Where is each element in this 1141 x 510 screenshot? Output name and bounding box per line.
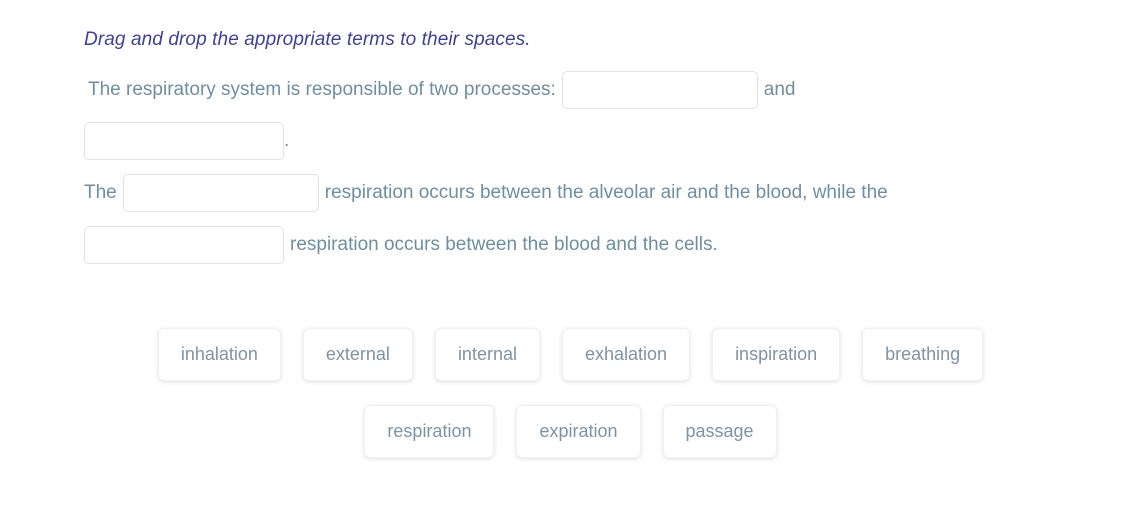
sentence-2-suffix: . <box>284 130 290 151</box>
term-row-1: inhalation external internal exhalation … <box>0 328 1141 381</box>
term-chip[interactable]: inspiration <box>712 328 841 381</box>
term-chip[interactable]: exhalation <box>561 328 691 381</box>
blank-input-3[interactable] <box>122 174 319 212</box>
sentence-line-2: . <box>84 115 289 167</box>
term-chip-label: passage <box>685 421 754 441</box>
term-chip-label: internal <box>457 344 517 364</box>
blank-input-1[interactable] <box>561 71 758 109</box>
sentence-4-suffix: respiration occurs between the blood and… <box>290 234 718 255</box>
term-chip[interactable]: external <box>302 328 413 381</box>
term-row-2: respiration expiration passage <box>0 405 1141 458</box>
term-chip[interactable]: inhalation <box>157 328 281 381</box>
blank-input-4[interactable] <box>84 226 284 264</box>
sentence-1-suffix: and <box>763 79 796 100</box>
sentence-3-suffix: respiration occurs between the alveolar … <box>324 182 888 203</box>
term-chip[interactable]: internal <box>434 328 540 381</box>
term-chip[interactable]: breathing <box>862 328 984 381</box>
blank-input-2[interactable] <box>84 122 284 160</box>
term-chip[interactable]: passage <box>662 405 777 458</box>
term-chip-label: inhalation <box>180 344 258 364</box>
term-chip[interactable]: expiration <box>516 405 641 458</box>
term-chip-label: external <box>325 344 390 364</box>
term-chip-label: breathing <box>885 344 961 364</box>
term-chip-label: inspiration <box>735 344 818 364</box>
sentence-line-4: respiration occurs between the blood and… <box>84 219 718 271</box>
term-chip-label: exhalation <box>584 344 668 364</box>
term-chip-label: expiration <box>539 421 618 441</box>
sentence-line-3: The respiration occurs between the alveol… <box>84 167 888 219</box>
term-bank: inhalation external internal exhalation … <box>0 328 1141 458</box>
sentence-1-prefix: The respiratory system is responsible of… <box>88 79 556 100</box>
instruction-text: Drag and drop the appropriate terms to t… <box>84 29 531 50</box>
term-chip-label: respiration <box>387 421 472 441</box>
sentence-3-prefix: The <box>84 182 117 203</box>
term-chip[interactable]: respiration <box>364 405 495 458</box>
drag-drop-exercise: Drag and drop the appropriate terms to t… <box>0 0 1141 510</box>
sentence-line-1: The respiratory system is responsible of… <box>88 64 796 116</box>
